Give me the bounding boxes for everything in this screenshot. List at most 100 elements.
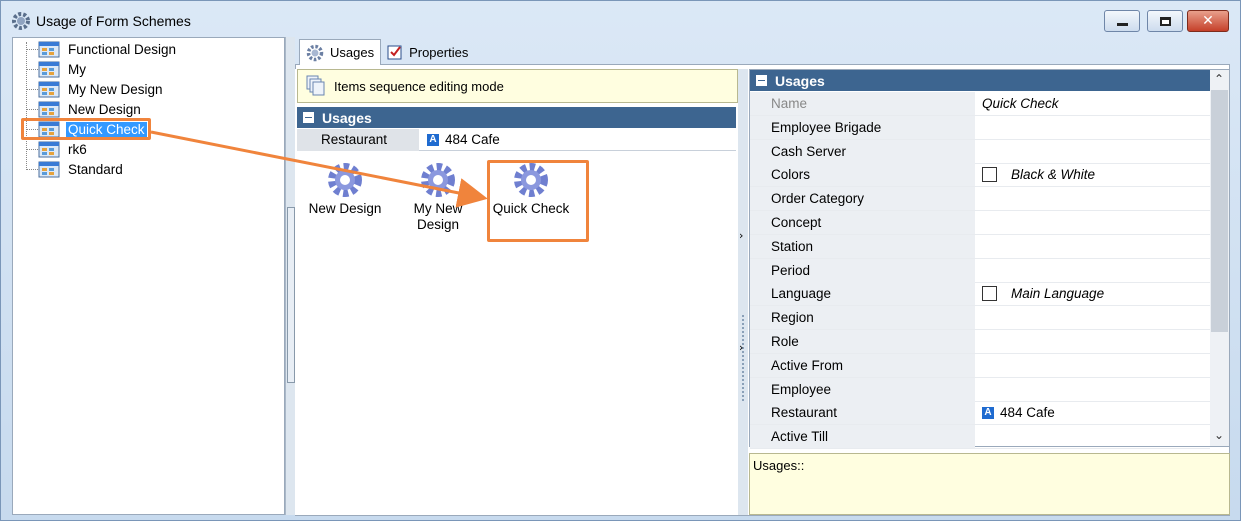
property-key: Name (750, 92, 975, 115)
tree-item-rk6[interactable]: rk6 (26, 139, 89, 159)
restore-button[interactable] (1147, 10, 1183, 32)
group-title: Usages (322, 109, 372, 126)
tab-usages[interactable]: Usages (299, 39, 382, 65)
restore-icon (1159, 16, 1171, 26)
property-value[interactable] (975, 235, 1210, 258)
scrollbar-thumb[interactable] (1211, 90, 1228, 332)
property-value-text: 484 Cafe (1000, 405, 1055, 421)
title-bar: Usage of Form Schemes ✕ (1, 1, 1240, 37)
property-key: Restaurant (750, 401, 975, 425)
property-key: Region (750, 306, 975, 330)
splitter-grip[interactable] (287, 207, 295, 383)
close-button[interactable]: ✕ (1187, 10, 1229, 32)
chevron-right-icon[interactable]: › (739, 341, 743, 354)
property-value[interactable] (975, 378, 1210, 401)
tree-item-new-design[interactable]: New Design (26, 99, 143, 119)
properties-group-header[interactable]: Usages (750, 70, 1210, 91)
filter-key: Restaurant (297, 128, 419, 151)
property-value[interactable]: Main Language (975, 282, 1210, 305)
filter-value[interactable]: A 484 Cafe (419, 132, 500, 147)
property-value[interactable] (975, 116, 1210, 139)
tree-item-my-new-design[interactable]: My New Design (26, 79, 165, 99)
gear-icon (514, 163, 548, 197)
usages-group-header[interactable]: Usages (297, 107, 736, 128)
property-key: Active From (750, 353, 975, 377)
property-value[interactable] (975, 211, 1210, 234)
property-row[interactable]: Colors Black & White (750, 163, 1210, 188)
collapse-icon[interactable] (756, 75, 767, 86)
tree-item-label: My New Design (68, 81, 163, 97)
property-key: Station (750, 234, 975, 258)
chevron-right-icon[interactable]: › (739, 229, 743, 242)
property-value-text: Black & White (1011, 167, 1096, 183)
property-value[interactable] (975, 354, 1210, 377)
app-window: Usage of Form Schemes ✕ Functional Desig… (0, 0, 1241, 521)
group-title: Usages (775, 72, 825, 89)
minimize-button[interactable] (1104, 10, 1140, 32)
tree-item-functional-design[interactable]: Functional Design (26, 39, 178, 59)
property-value[interactable] (975, 187, 1210, 210)
gear-icon (306, 44, 324, 61)
property-key: Colors (750, 163, 975, 187)
property-key: Active Till (750, 425, 975, 449)
property-value[interactable]: Black & White (975, 163, 1210, 186)
scheme-tree[interactable]: Functional Design My My New Design New D… (12, 37, 285, 515)
middle-splitter[interactable]: › › (738, 69, 748, 515)
property-row[interactable]: Name Quick Check (750, 92, 1210, 116)
checkbox[interactable] (982, 167, 997, 183)
property-value[interactable] (975, 140, 1210, 163)
property-row[interactable]: Employee (750, 377, 1210, 402)
usage-item-my-new-design[interactable]: My New Design (390, 161, 486, 233)
property-row[interactable]: Region (750, 306, 1210, 331)
collapse-icon[interactable] (303, 112, 314, 123)
usage-item-label: Quick Check (492, 201, 570, 216)
property-grid: Usages Name Quick Check Employee Brigade Ca… (749, 69, 1230, 450)
form-scheme-icon (38, 101, 60, 117)
form-scheme-icon (38, 141, 60, 157)
attribute-badge-icon: A (982, 406, 994, 419)
chevron-up-icon[interactable]: ⌃ (1214, 72, 1224, 86)
property-row[interactable]: Role (750, 330, 1210, 354)
property-value[interactable] (975, 259, 1210, 282)
property-value[interactable] (975, 330, 1210, 353)
tree-item-label: New Design (68, 101, 141, 117)
property-row[interactable]: Active Till (750, 425, 1210, 450)
property-row[interactable]: Station (750, 234, 1210, 259)
property-value[interactable] (975, 425, 1210, 448)
property-row[interactable]: Active From (750, 353, 1210, 378)
property-row[interactable]: Restaurant A 484 Cafe (750, 401, 1210, 426)
property-scrollbar[interactable]: ⌃ ⌄ (1210, 70, 1229, 446)
tree-item-standard[interactable]: Standard (26, 159, 125, 179)
property-value[interactable]: A 484 Cafe (975, 401, 1210, 424)
property-row[interactable]: Order Category (750, 187, 1210, 212)
property-row[interactable]: Language Main Language (750, 282, 1210, 307)
usage-item-label-line2: Design (416, 217, 460, 232)
left-splitter[interactable] (285, 37, 295, 515)
tab-label: Usages (330, 45, 375, 60)
mode-notice: Items sequence editing mode (297, 69, 738, 103)
tree-item-label: Quick Check (66, 121, 147, 137)
form-scheme-icon (38, 61, 60, 77)
property-row[interactable]: Cash Server (750, 139, 1210, 164)
checkbox[interactable] (982, 286, 997, 302)
property-key: Order Category (750, 187, 975, 211)
usage-item-new-design[interactable]: New Design (297, 161, 393, 217)
property-value[interactable]: Quick Check (975, 92, 1210, 115)
property-key: Role (750, 330, 975, 353)
filter-value-text: 484 Cafe (445, 132, 500, 147)
property-row[interactable]: Concept (750, 211, 1210, 235)
restaurant-filter-row[interactable]: Restaurant A 484 Cafe (297, 128, 736, 151)
property-row[interactable]: Period (750, 258, 1210, 283)
form-scheme-icon (38, 41, 60, 57)
property-row[interactable]: Employee Brigade (750, 115, 1210, 140)
attribute-badge-icon: A (427, 133, 439, 146)
usage-item-quick-check[interactable]: Quick Check (483, 161, 579, 217)
tree-item-label: My (68, 61, 86, 77)
tree-item-quick-check[interactable]: Quick Check (26, 119, 147, 139)
tab-properties[interactable]: Properties (381, 39, 474, 65)
gear-icon (328, 163, 362, 197)
property-value[interactable] (975, 306, 1210, 329)
chevron-down-icon[interactable]: ⌄ (1214, 428, 1224, 442)
tree-item-my[interactable]: My (26, 59, 88, 79)
gear-icon (421, 163, 455, 197)
